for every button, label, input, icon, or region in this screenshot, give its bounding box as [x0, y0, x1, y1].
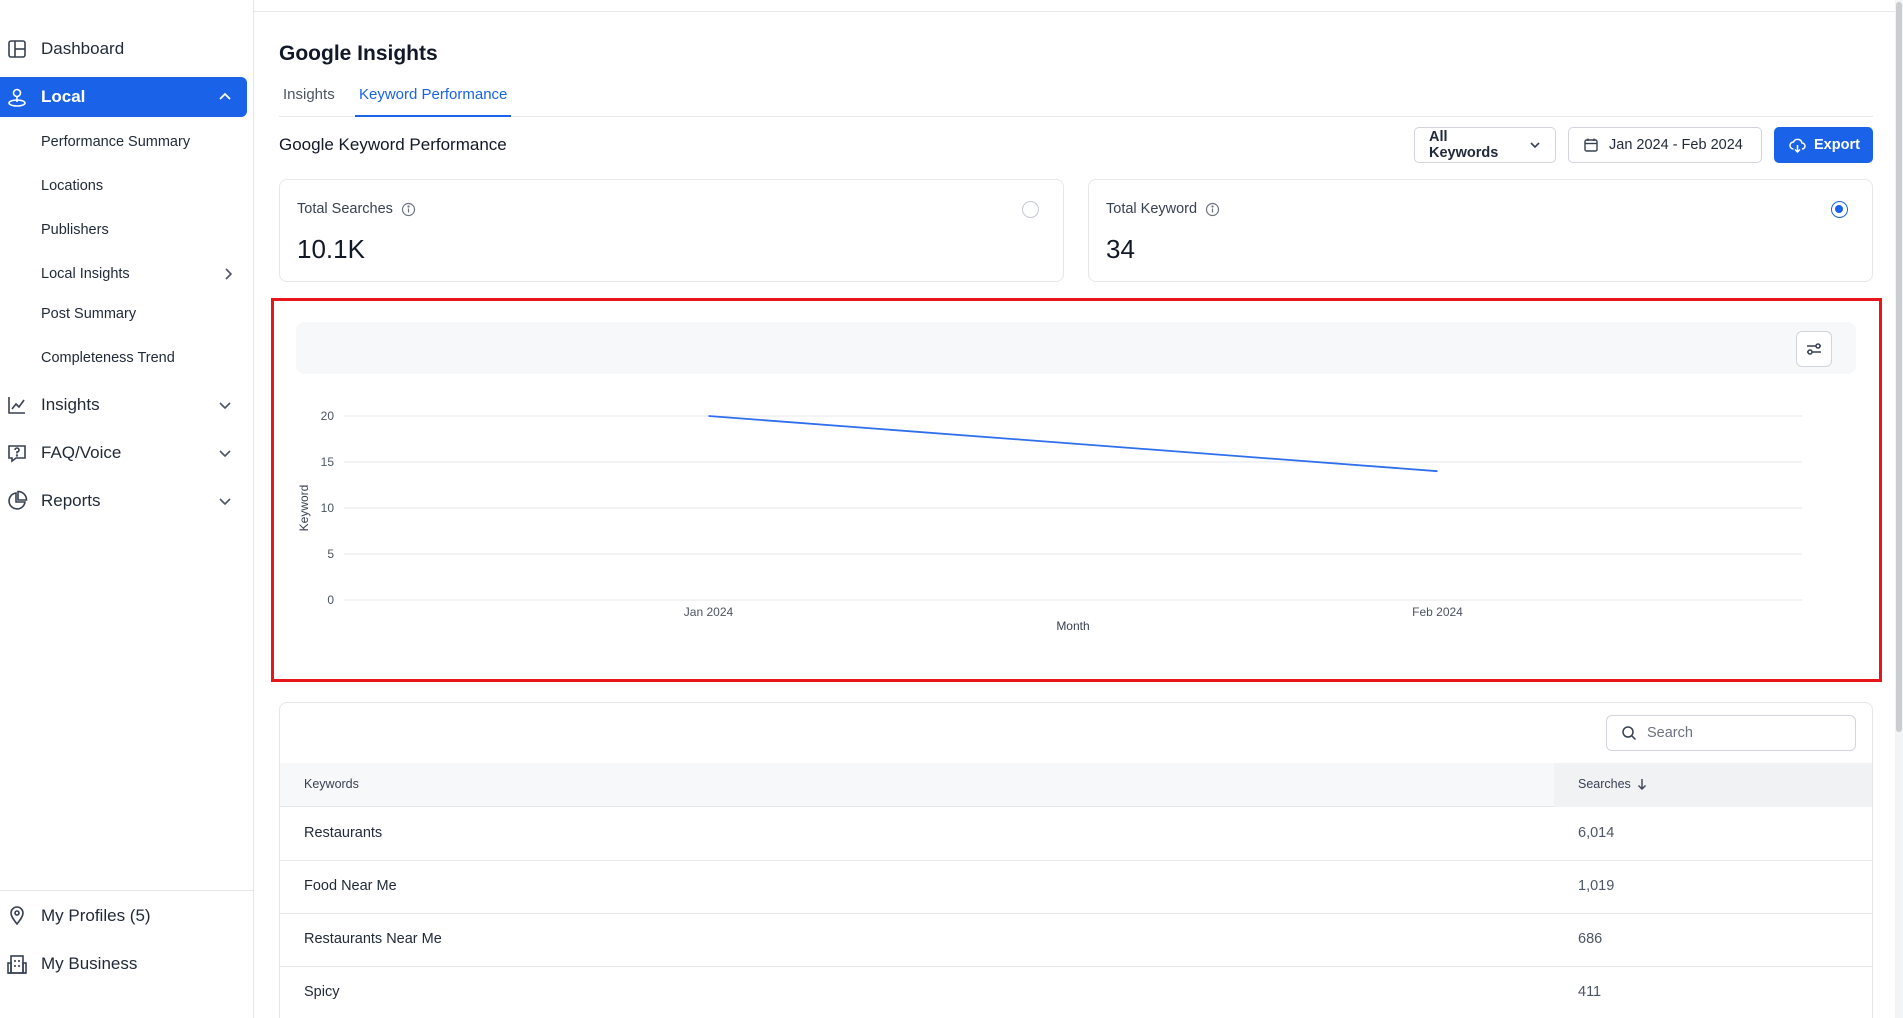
sidebar-item-label: Local	[41, 87, 86, 106]
sidebar-item-label: FAQ/Voice	[41, 443, 122, 462]
cloud-download-icon	[1789, 137, 1806, 154]
sidebar-divider	[0, 890, 254, 891]
keyword-cell: Food Near Me	[304, 878, 397, 894]
section-title: Google Keyword Performance	[279, 135, 507, 154]
x-tick-label: Jan 2024	[684, 605, 734, 619]
sidebar-item-reports[interactable]: Reports	[0, 481, 247, 521]
local-pin-icon	[6, 86, 28, 108]
keyword-filter-label: All Keywords	[1429, 129, 1499, 161]
info-icon[interactable]	[1205, 202, 1220, 217]
searches-cell: 686	[1578, 931, 1603, 947]
search-icon	[1621, 725, 1637, 741]
metric-label: Total Keyword	[1106, 201, 1198, 217]
info-icon[interactable]	[401, 202, 416, 217]
metric-label-row: Total Keyword	[1106, 201, 1220, 217]
table-row[interactable]: Restaurants Near Me 686	[280, 914, 1872, 967]
page-title: Google Insights	[279, 42, 438, 65]
sidebar-item-local[interactable]: Local	[0, 77, 247, 117]
page-scrollbar-thumb[interactable]	[1896, 2, 1902, 732]
metric-label-row: Total Searches	[297, 201, 416, 217]
table-row[interactable]: Spicy 411	[280, 967, 1872, 1018]
keyword-cell: Restaurants Near Me	[304, 931, 442, 947]
sidebar-subitem-publishers[interactable]: Publishers	[41, 219, 109, 241]
export-label: Export	[1814, 137, 1860, 153]
sidebar-item-insights[interactable]: Insights	[0, 385, 247, 425]
sidebar-subitem-completeness-trend[interactable]: Completeness Trend	[41, 347, 175, 369]
metric-card-total-keyword[interactable]: Total Keyword 34	[1088, 179, 1873, 282]
chevron-down-icon	[1529, 139, 1541, 151]
sidebar: Dashboard Local Performance Summary Loca…	[0, 0, 254, 1018]
chevron-right-icon[interactable]	[218, 264, 238, 284]
sliders-icon	[1805, 340, 1823, 358]
pie-chart-icon	[6, 490, 28, 512]
chevron-down-icon	[215, 443, 235, 463]
sidebar-subitem-performance-summary[interactable]: Performance Summary	[41, 131, 190, 153]
x-axis-label: Month	[1056, 619, 1089, 633]
table-row[interactable]: Restaurants 6,014	[280, 808, 1872, 861]
search-placeholder: Search	[1647, 725, 1693, 741]
column-header-label: Searches	[1578, 777, 1631, 791]
y-tick-label: 5	[327, 547, 334, 561]
x-tick-label: Feb 2024	[1412, 605, 1463, 619]
searches-cell: 6,014	[1578, 825, 1615, 841]
sidebar-item-label: My Profiles (5)	[41, 906, 151, 925]
header-divider	[254, 11, 1903, 12]
chart-line-icon	[6, 394, 28, 416]
y-tick-label: 10	[321, 501, 335, 515]
sidebar-item-dashboard[interactable]: Dashboard	[0, 29, 247, 69]
series-line	[708, 415, 1438, 473]
searches-cell: 1,019	[1578, 878, 1615, 894]
app-root: Dashboard Local Performance Summary Loca…	[0, 0, 1903, 1018]
column-header-searches[interactable]: Searches	[1578, 777, 1647, 791]
metric-value: 10.1K	[297, 234, 365, 264]
table-header: Keywords Searches	[280, 763, 1872, 807]
sidebar-subitem-post-summary[interactable]: Post Summary	[41, 303, 136, 325]
keyword-cell: Spicy	[304, 984, 340, 1000]
y-axis-label: Keyword	[297, 485, 311, 532]
sort-desc-icon	[1637, 778, 1647, 790]
sidebar-item-my-profiles[interactable]: My Profiles (5)	[0, 896, 247, 936]
keyword-cell: Restaurants	[304, 825, 383, 841]
tab-keyword-performance[interactable]: Keyword Performance	[355, 86, 512, 117]
y-tick-label: 20	[321, 409, 335, 423]
keyword-line-chart: 0 5 10 15 20 Jan 2024 Feb 2024 Month Keyword	[297, 409, 1802, 633]
date-range-picker[interactable]: Jan 2024 - Feb 2024	[1568, 127, 1762, 163]
searches-cell: 411	[1578, 984, 1602, 1000]
sidebar-item-label: Insights	[41, 395, 100, 414]
keyword-filter-dropdown[interactable]: All Keywords	[1414, 127, 1556, 163]
faq-icon	[6, 442, 28, 464]
metric-radio-selected[interactable]	[1831, 201, 1848, 218]
sidebar-subitem-local-insights[interactable]: Local Insights	[41, 263, 130, 285]
sidebar-item-label: Reports	[41, 491, 101, 510]
table-row[interactable]: Food Near Me 1,019	[280, 861, 1872, 914]
chart-toolbar	[296, 322, 1856, 374]
sidebar-item-label: Dashboard	[41, 39, 125, 58]
sidebar-item-my-business[interactable]: My Business	[0, 944, 247, 984]
sidebar-subitem-locations[interactable]: Locations	[41, 175, 103, 197]
calendar-icon	[1583, 137, 1599, 153]
sidebar-item-faq-voice[interactable]: FAQ/Voice	[0, 433, 247, 473]
building-icon	[6, 953, 28, 975]
chevron-up-icon	[215, 87, 235, 107]
search-input[interactable]: Search	[1606, 715, 1856, 751]
date-range-label: Jan 2024 - Feb 2024	[1609, 137, 1743, 153]
chevron-down-icon	[215, 491, 235, 511]
sidebar-item-label: My Business	[41, 954, 138, 973]
location-pin-icon	[6, 905, 28, 927]
column-header-keywords[interactable]: Keywords	[304, 777, 359, 791]
y-tick-label: 15	[321, 455, 335, 469]
chart-settings-button[interactable]	[1796, 331, 1832, 367]
metric-label: Total Searches	[297, 201, 393, 217]
export-button[interactable]: Export	[1774, 127, 1873, 163]
metric-radio[interactable]	[1022, 201, 1039, 218]
dashboard-icon	[6, 38, 28, 60]
metric-card-total-searches[interactable]: Total Searches 10.1K	[279, 179, 1064, 282]
tab-bar: Insights Keyword Performance	[279, 82, 1873, 117]
tab-insights[interactable]: Insights	[283, 86, 335, 117]
y-tick-label: 0	[327, 593, 334, 607]
metric-value: 34	[1106, 234, 1135, 264]
chevron-down-icon	[215, 395, 235, 415]
